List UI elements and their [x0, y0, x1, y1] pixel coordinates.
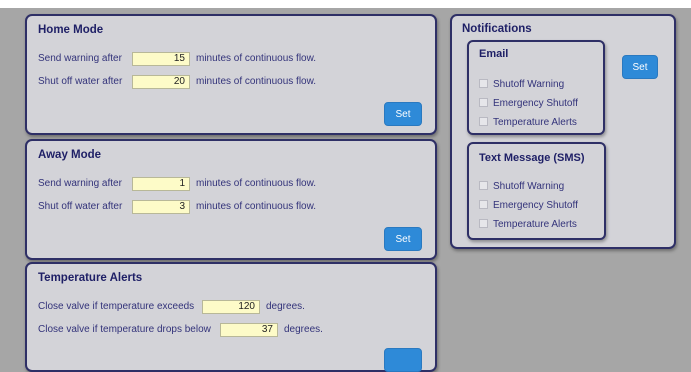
away-shutoff-label: Shut off water after — [38, 201, 123, 212]
checkbox-icon — [479, 98, 488, 107]
checkbox-icon — [479, 219, 488, 228]
email-shutoff-warning-checkbox[interactable]: Shutoff Warning — [479, 79, 564, 90]
home-shutoff-input[interactable]: 20 — [132, 75, 190, 89]
home-warning-label: Send warning after — [38, 53, 122, 64]
home-shutoff-suffix: minutes of continuous flow. — [196, 76, 317, 87]
sms-title: Text Message (SMS) — [479, 152, 585, 164]
temperature-alerts-title: Temperature Alerts — [38, 272, 143, 284]
notifications-set-button[interactable]: Set — [622, 55, 658, 79]
away-mode-panel: Away Mode Send warning after 1 minutes o… — [25, 139, 437, 260]
top-band — [0, 0, 691, 8]
sms-emergency-shutoff-checkbox[interactable]: Emergency Shutoff — [479, 200, 578, 211]
home-shutoff-label: Shut off water after — [38, 76, 123, 87]
away-set-button[interactable]: Set — [384, 227, 422, 251]
away-warning-suffix: minutes of continuous flow. — [196, 178, 317, 189]
away-warning-label: Send warning after — [38, 178, 122, 189]
temp-exceeds-suffix: degrees. — [266, 301, 305, 312]
notifications-title: Notifications — [462, 23, 532, 35]
sms-temperature-alerts-checkbox[interactable]: Temperature Alerts — [479, 219, 577, 230]
sms-group: Text Message (SMS) Shutoff Warning Emerg… — [467, 142, 606, 240]
checkbox-icon — [479, 117, 488, 126]
sms-shutoff-warning-checkbox[interactable]: Shutoff Warning — [479, 181, 564, 192]
temp-below-suffix: degrees. — [284, 324, 323, 335]
email-temperature-alerts-checkbox[interactable]: Temperature Alerts — [479, 117, 577, 128]
checkbox-icon — [479, 181, 488, 190]
home-warning-input[interactable]: 15 — [132, 52, 190, 66]
home-warning-suffix: minutes of continuous flow. — [196, 53, 317, 64]
temp-exceeds-label: Close valve if temperature exceeds — [38, 301, 195, 312]
temp-below-label: Close valve if temperature drops below — [38, 324, 211, 335]
email-emergency-shutoff-checkbox[interactable]: Emergency Shutoff — [479, 98, 578, 109]
away-warning-input[interactable]: 1 — [132, 177, 190, 191]
home-mode-panel: Home Mode Send warning after 15 minutes … — [25, 14, 437, 135]
checkbox-icon — [479, 79, 488, 88]
temp-exceeds-input[interactable]: 120 — [202, 300, 260, 314]
home-mode-title: Home Mode — [38, 24, 104, 36]
email-title: Email — [479, 48, 509, 60]
temperature-alerts-panel: Temperature Alerts Close valve if temper… — [25, 262, 437, 372]
temp-below-input[interactable]: 37 — [220, 323, 278, 337]
away-shutoff-suffix: minutes of continuous flow. — [196, 201, 317, 212]
notifications-panel: Notifications Set Email Shutoff Warning … — [450, 14, 676, 249]
home-set-button[interactable]: Set — [384, 102, 422, 126]
away-shutoff-input[interactable]: 3 — [132, 200, 190, 214]
checkbox-icon — [479, 200, 488, 209]
away-mode-title: Away Mode — [38, 149, 102, 161]
email-group: Email Shutoff Warning Emergency Shutoff … — [467, 40, 605, 135]
